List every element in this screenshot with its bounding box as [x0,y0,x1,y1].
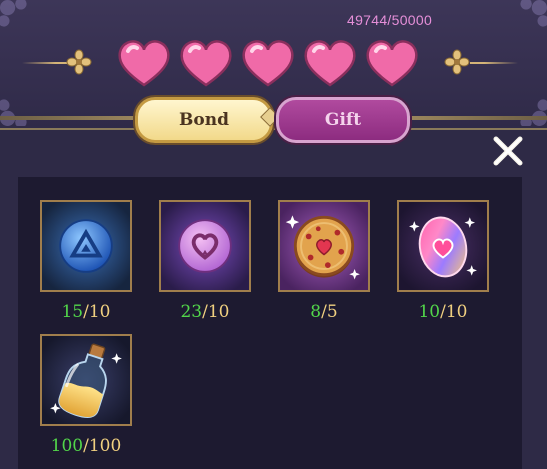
heart-icon [364,38,420,88]
flower-ornament-icon [66,49,92,75]
affection-progress-text: 49744/50000 [347,12,433,28]
corner-flower-icon [509,88,547,128]
gift-count-rainbow-gem: 10/10 [418,302,468,322]
ornament-line-right [470,62,518,64]
heart-icon [178,38,234,88]
flower-ornament-icon [444,49,470,75]
golden-sand-bottle-icon [42,336,130,424]
heart-icon [116,38,172,88]
heart-orb-icon [161,202,249,290]
gift-slot-rainbow-gem[interactable] [397,200,489,292]
ornament-line-left [22,62,70,64]
heart-icon [302,38,358,88]
gift-slot-blue-orb[interactable] [40,200,132,292]
corner-flower-icon [509,0,547,38]
heart-cookie-icon [280,202,368,290]
tab-bond-label: Bond [179,110,229,130]
gift-count-blue-orb: 15/10 [61,302,111,322]
tab-gift[interactable]: Gift [276,97,410,143]
tab-gift-label: Gift [324,110,362,130]
gift-count-sand-bottle: 100/100 [50,436,122,456]
rainbow-heart-gem-icon [399,202,487,290]
blue-triangle-orb-icon [42,202,130,290]
corner-flower-icon [0,0,38,38]
tab-bond[interactable]: Bond [135,97,273,143]
gift-slot-heart-orb[interactable] [159,200,251,292]
close-button[interactable] [491,134,525,168]
gift-slot-heart-cookie[interactable] [278,200,370,292]
heart-icon [240,38,296,88]
corner-flower-icon [0,88,38,128]
gift-count-heart-orb: 23/10 [180,302,230,322]
gift-count-heart-cookie: 8/5 [310,302,338,322]
gift-slot-sand-bottle[interactable] [40,334,132,426]
close-x-icon [493,136,523,166]
